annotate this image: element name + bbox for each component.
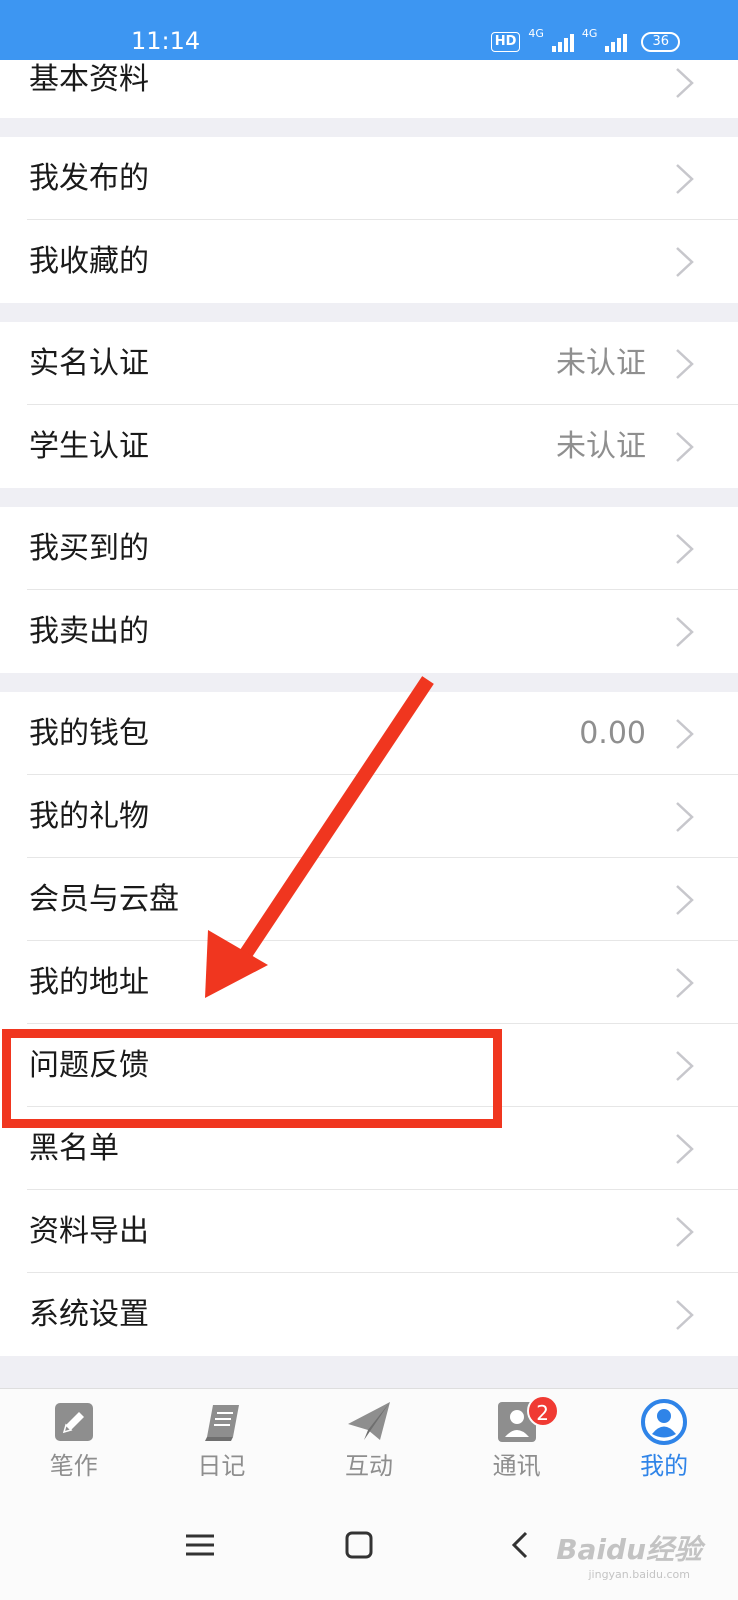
menu-item-my-favorites[interactable]: 我收藏的 [0,220,738,303]
menu-item-value: 未认证 [556,345,646,381]
menu-item-student-verification[interactable]: 学生认证 未认证 [0,405,738,488]
menu-item-data-export[interactable]: 资料导出 [0,1190,738,1273]
chevron-right-icon [674,1298,696,1332]
menu-item-my-posts[interactable]: 我发布的 [0,137,738,220]
menu-icon[interactable] [170,1520,230,1570]
chevron-right-icon [674,966,696,1000]
menu-item-label: 学生认证 [29,428,149,464]
network-type-label: 4G [528,27,544,40]
menu-item-real-name-verification[interactable]: 实名认证 未认证 [0,322,738,405]
menu-item-value: 未认证 [556,428,646,464]
chevron-right-icon [674,66,696,100]
menu-item-basic-info[interactable]: 基本资料 [0,60,738,118]
menu-item-address[interactable]: 我的地址 [0,941,738,1024]
menu-list: 基本资料 我发布的 我收藏的 实名认证 未认证 学生认证 未认证 我买到的 我卖… [0,60,738,1356]
group-divider [0,118,738,137]
profile-icon [640,1399,688,1445]
chevron-right-icon [674,717,696,751]
chevron-right-icon [674,615,696,649]
menu-item-label: 我的钱包 [29,715,149,751]
back-icon[interactable] [490,1520,550,1570]
menu-item-label: 会员与云盘 [29,881,179,917]
bottom-tab-bar: 笔作 日记 互动 2 通讯 我的 [0,1388,738,1500]
pencil-icon [50,1399,98,1445]
menu-group: 我的钱包 0.00 我的礼物 会员与云盘 我的地址 问题反馈 黑名单 资料导出 … [0,692,738,1356]
paper-plane-icon [345,1399,393,1445]
chevron-right-icon [674,430,696,464]
menu-item-label: 我的地址 [29,964,149,1000]
unread-badge: 2 [526,1395,559,1427]
menu-item-wallet[interactable]: 我的钱包 0.00 [0,692,738,775]
menu-item-label: 我的礼物 [29,798,149,834]
chevron-right-icon [674,800,696,834]
tab-label: 笔作 [49,1452,98,1480]
network-type-label-2: 4G [581,27,598,40]
menu-item-label: 基本资料 [29,62,149,97]
chevron-right-icon [674,1215,696,1249]
screen: 11:14 HD 4G 4G 36 基本资料 我发布的 我收藏的 实名认证 未认… [0,0,738,1600]
home-icon[interactable] [329,1520,389,1570]
tab-label: 日记 [197,1452,246,1480]
system-nav-bar: Baidu经验 jingyan.baidu.com [0,1500,738,1600]
menu-group: 实名认证 未认证 学生认证 未认证 [0,322,738,488]
status-time: 11:14 [131,27,201,55]
menu-group: 我买到的 我卖出的 [0,507,738,673]
tab-label: 我的 [640,1452,689,1480]
annotation-highlight-box [2,1029,502,1128]
group-divider [0,488,738,507]
chevron-right-icon [674,162,696,196]
chevron-right-icon [674,883,696,917]
chevron-right-icon [674,347,696,381]
watermark-url: jingyan.baidu.com [588,1568,690,1581]
menu-item-label: 我发布的 [29,160,149,196]
notebook-icon [197,1399,245,1445]
battery-icon: 36 [641,32,680,52]
wallet-balance: 0.00 [579,715,646,751]
chevron-right-icon [674,245,696,279]
menu-item-label: 实名认证 [29,345,149,381]
tab-label: 互动 [344,1452,393,1480]
menu-item-label: 系统设置 [29,1296,149,1332]
watermark: Baidu经验 [556,1533,702,1566]
menu-item-label: 我买到的 [29,530,149,566]
menu-group: 我发布的 我收藏的 [0,137,738,303]
group-divider [0,673,738,692]
menu-item-purchased[interactable]: 我买到的 [0,507,738,590]
group-divider [0,303,738,322]
signal-icon-2 [605,32,628,52]
menu-item-label: 我收藏的 [29,243,149,279]
chevron-right-icon [674,1049,696,1083]
contacts-icon: 2 [493,1395,559,1445]
tab-diary[interactable]: 日记 [148,1389,296,1500]
tab-label: 通讯 [492,1452,541,1480]
menu-item-label: 资料导出 [29,1213,149,1249]
menu-item-system-settings[interactable]: 系统设置 [0,1273,738,1356]
tab-interact[interactable]: 互动 [295,1389,443,1500]
status-bar: 11:14 HD 4G 4G 36 [0,0,738,60]
menu-item-membership-cloud[interactable]: 会员与云盘 [0,858,738,941]
signal-icon [551,32,574,52]
chevron-right-icon [674,532,696,566]
chevron-right-icon [674,1132,696,1166]
hd-icon: HD [490,32,521,52]
status-icons: HD 4G 4G 36 [490,27,680,56]
menu-item-label: 我卖出的 [29,613,149,649]
menu-item-label: 黑名单 [29,1130,119,1166]
menu-group: 基本资料 [0,60,738,118]
menu-item-gifts[interactable]: 我的礼物 [0,775,738,858]
tab-me[interactable]: 我的 [590,1389,738,1500]
tab-write[interactable]: 笔作 [0,1389,148,1500]
tab-contacts[interactable]: 2 通讯 [443,1389,591,1500]
menu-item-sold[interactable]: 我卖出的 [0,590,738,673]
